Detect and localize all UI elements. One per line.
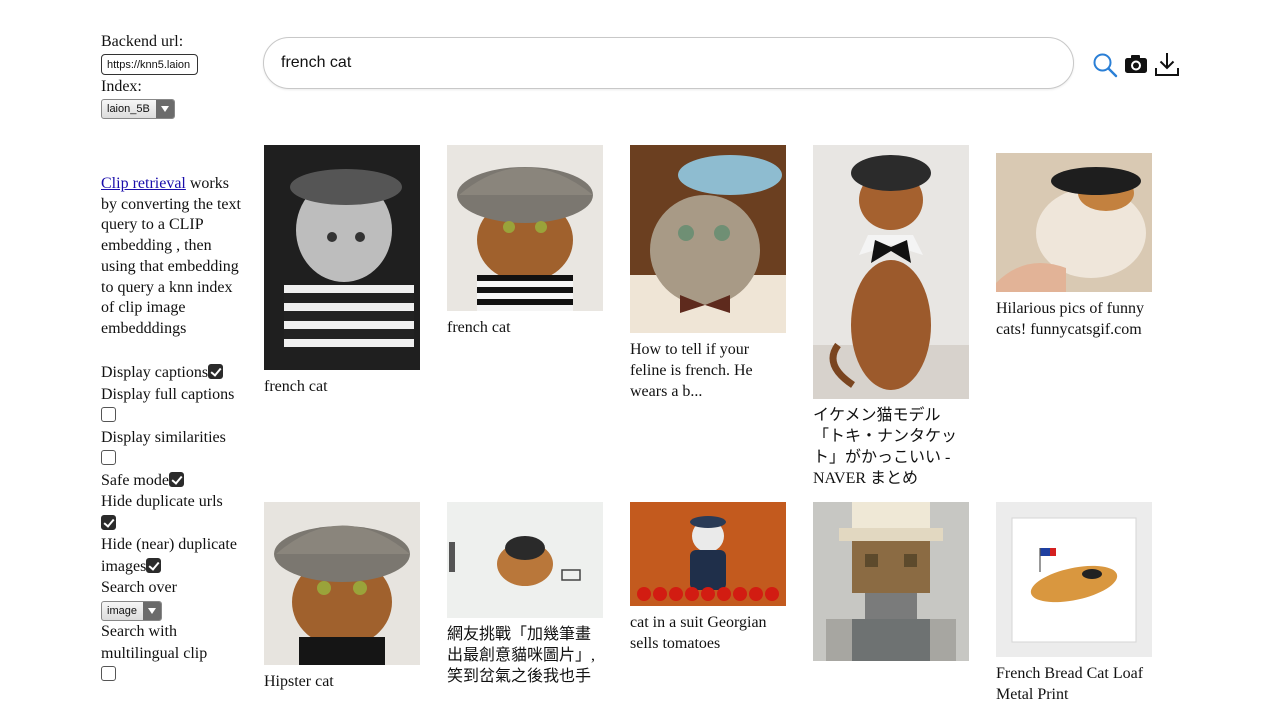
description: Clip retrieval works by converting the t…: [101, 174, 241, 340]
hide-near-duplicates-checkbox[interactable]: [146, 557, 162, 573]
result-card[interactable]: french cat: [264, 145, 421, 397]
result-caption: イケメン猫モデル「トキ・ナンタケット」がかっこいい - NAVER まとめ: [813, 407, 958, 487]
display-similarities-label: Display similarities: [101, 428, 226, 446]
option-search-over: Search over image: [101, 577, 241, 622]
option-display-similarities: Display similarities: [101, 427, 241, 470]
result-caption: Hilarious pics of funny cats! funnycatsg…: [996, 300, 1144, 338]
index-select[interactable]: laion_5B: [101, 99, 175, 119]
result-card[interactable]: french cat: [447, 145, 604, 338]
multilingual-checkbox[interactable]: [101, 666, 116, 682]
camera-icon[interactable]: [1124, 54, 1148, 74]
option-hide-near-duplicates: Hide (near) duplicate images: [101, 534, 241, 577]
hide-duplicate-urls-label: Hide duplicate urls: [101, 493, 223, 510]
result-caption: french cat: [264, 378, 328, 395]
result-card[interactable]: French Bread Cat Loaf Metal Print: [996, 502, 1153, 705]
display-similarities-checkbox[interactable]: [101, 450, 116, 465]
multilingual-label: Search with multilingual clip: [101, 623, 208, 662]
display-full-captions-checkbox[interactable]: [101, 407, 116, 422]
result-image[interactable]: [264, 145, 420, 370]
result-image[interactable]: [813, 145, 969, 399]
result-caption: 網友挑戰「加幾筆畫出最創意貓咪圖片」,笑到岔氣之後我也手: [447, 626, 596, 685]
options-list: Display captions Display full captions D…: [101, 362, 241, 686]
result-image[interactable]: [264, 502, 420, 665]
download-icon[interactable]: [1154, 51, 1180, 77]
search-over-select[interactable]: image: [101, 601, 162, 622]
result-card[interactable]: 網友挑戰「加幾筆畫出最創意貓咪圖片」,笑到岔氣之後我也手: [447, 502, 604, 687]
option-multilingual: Search with multilingual clip: [101, 621, 241, 686]
backend-url-label: Backend url:: [101, 33, 184, 50]
option-display-full-captions: Display full captions: [101, 384, 241, 427]
result-image[interactable]: [813, 502, 969, 661]
result-image[interactable]: [447, 502, 603, 618]
index-select-value: laion_5B: [107, 103, 150, 115]
result-card[interactable]: Hipster cat: [264, 502, 421, 692]
result-card[interactable]: [813, 502, 970, 667]
clip-retrieval-link[interactable]: Clip retrieval: [101, 175, 186, 192]
result-image[interactable]: [996, 153, 1152, 292]
search-over-label: Search over: [101, 579, 177, 596]
result-caption: French Bread Cat Loaf Metal Print: [996, 665, 1144, 703]
hide-near-duplicates-label: Hide (near) duplicate images: [101, 536, 237, 575]
result-card[interactable]: How to tell if your feline is french. He…: [630, 145, 787, 402]
result-image[interactable]: [996, 502, 1152, 657]
result-caption: How to tell if your feline is french. He…: [630, 341, 753, 400]
search-icon[interactable]: [1092, 52, 1118, 78]
safe-mode-label: Safe mode: [101, 471, 169, 489]
display-captions-checkbox[interactable]: [208, 364, 224, 379]
display-captions-label: Display captions: [101, 364, 209, 381]
result-card[interactable]: Hilarious pics of funny cats! funnycatsg…: [996, 153, 1153, 340]
result-image[interactable]: [447, 145, 603, 311]
chevron-down-icon: [155, 100, 174, 118]
search-input[interactable]: [279, 52, 1039, 74]
description-text: works by converting the text query to a …: [101, 175, 241, 337]
option-hide-duplicate-urls: Hide duplicate urls: [101, 491, 241, 534]
result-card[interactable]: cat in a suit Georgian sells tomatoes: [630, 502, 787, 654]
result-image[interactable]: [630, 145, 786, 333]
hide-duplicate-urls-checkbox[interactable]: [101, 514, 116, 530]
option-display-captions: Display captions: [101, 362, 241, 384]
result-image[interactable]: [630, 502, 786, 606]
result-caption: Hipster cat: [264, 673, 334, 690]
result-caption: cat in a suit Georgian sells tomatoes: [630, 614, 767, 652]
result-caption: french cat: [447, 319, 511, 336]
result-card[interactable]: イケメン猫モデル「トキ・ナンタケット」がかっこいい - NAVER まとめ: [813, 145, 970, 489]
safe-mode-checkbox[interactable]: [168, 471, 184, 487]
search-over-value: image: [107, 604, 137, 617]
settings-panel: Backend url: Index: laion_5B: [101, 32, 241, 119]
chevron-down-icon: [142, 602, 161, 621]
backend-url-input[interactable]: [101, 54, 198, 75]
index-label: Index:: [101, 78, 142, 95]
search-bar[interactable]: [263, 37, 1074, 89]
display-full-captions-label: Display full captions: [101, 385, 235, 403]
option-safe-mode: Safe mode: [101, 470, 241, 492]
